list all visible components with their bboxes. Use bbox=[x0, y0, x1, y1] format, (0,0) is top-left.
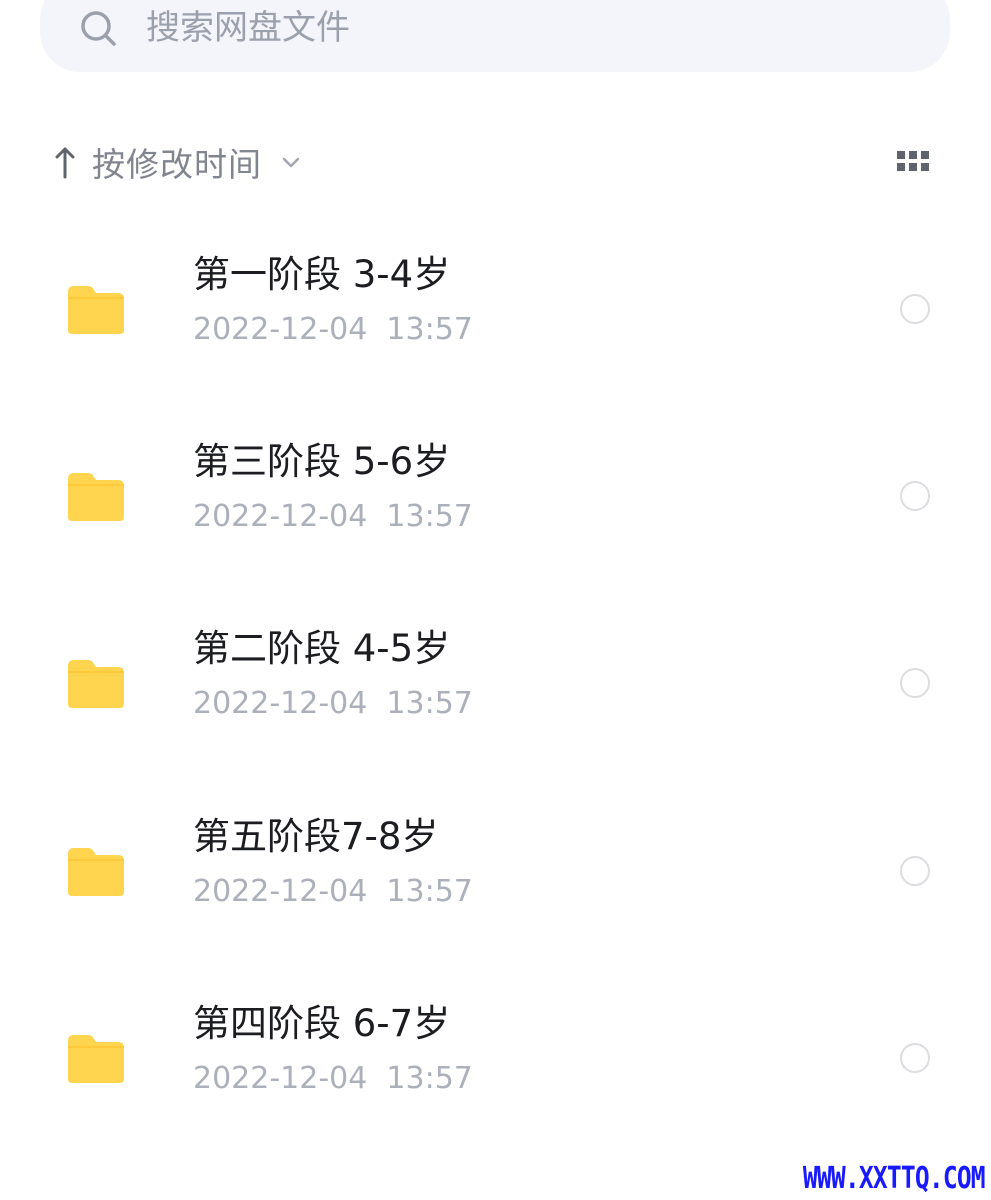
select-checkbox[interactable] bbox=[900, 294, 930, 324]
file-date: 2022-12-04 13:57 bbox=[193, 686, 473, 721]
search-input[interactable] bbox=[146, 4, 746, 52]
file-date: 2022-12-04 13:57 bbox=[193, 499, 473, 534]
folder-icon bbox=[68, 660, 124, 708]
select-checkbox[interactable] bbox=[900, 856, 930, 886]
sort-arrow-icon bbox=[55, 147, 75, 179]
search-icon bbox=[81, 11, 116, 46]
file-date: 2022-12-04 13:57 bbox=[193, 874, 473, 909]
select-checkbox[interactable] bbox=[900, 668, 930, 698]
folder-icon bbox=[68, 473, 124, 521]
file-row[interactable]: 第五阶段7-8岁 2022-12-04 13:57 bbox=[0, 794, 991, 954]
select-checkbox[interactable] bbox=[900, 1043, 930, 1073]
folder-icon bbox=[68, 848, 124, 896]
folder-icon bbox=[68, 286, 124, 334]
select-checkbox[interactable] bbox=[900, 481, 930, 511]
watermark-text: WWW.XXTTQ.COM bbox=[803, 1161, 986, 1196]
file-name: 第二阶段 4-5岁 bbox=[193, 627, 451, 670]
file-row[interactable]: 第一阶段 3-4岁 2022-12-04 13:57 bbox=[0, 232, 991, 392]
sort-label: 按修改时间 bbox=[92, 145, 262, 184]
sort-control[interactable]: 按修改时间 bbox=[52, 138, 302, 186]
file-name: 第一阶段 3-4岁 bbox=[193, 253, 451, 296]
file-browser-page: 按修改时间 第一阶段 3-4岁 2022-12-04 13:57 第三阶段 5-… bbox=[0, 0, 991, 1200]
file-row[interactable]: 第二阶段 4-5岁 2022-12-04 13:57 bbox=[0, 606, 991, 766]
file-date: 2022-12-04 13:57 bbox=[193, 1061, 473, 1096]
file-row[interactable]: 第三阶段 5-6岁 2022-12-04 13:57 bbox=[0, 419, 991, 579]
file-name: 第三阶段 5-6岁 bbox=[193, 440, 451, 483]
file-row[interactable]: 第四阶段 6-7岁 2022-12-04 13:57 bbox=[0, 981, 991, 1141]
chevron-down-icon bbox=[282, 157, 300, 168]
file-name: 第五阶段7-8岁 bbox=[193, 815, 439, 858]
file-date: 2022-12-04 13:57 bbox=[193, 312, 473, 347]
file-name: 第四阶段 6-7岁 bbox=[193, 1002, 451, 1045]
grid-view-icon[interactable] bbox=[893, 148, 933, 174]
folder-icon bbox=[68, 1035, 124, 1083]
